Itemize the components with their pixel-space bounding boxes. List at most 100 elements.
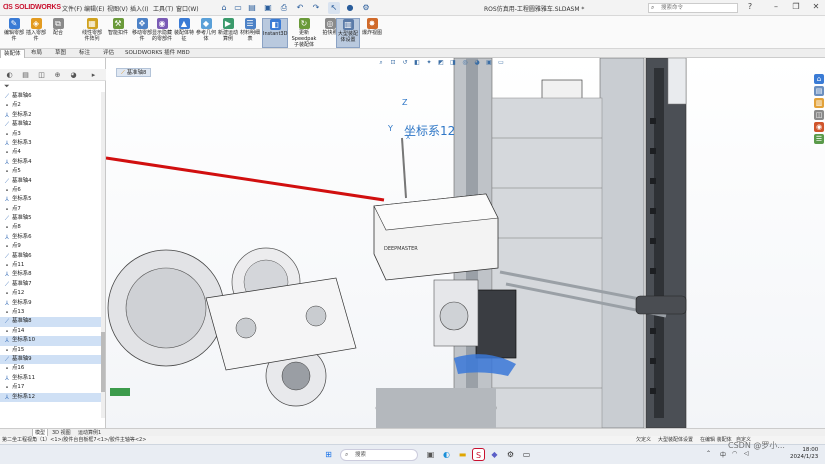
update-speedpak-button[interactable]: ↻ 更新Speedpak子装配体 bbox=[290, 18, 318, 48]
open-folder-icon[interactable]: ▤ bbox=[246, 2, 258, 14]
tree-item[interactable]: ⅄ 坐标系5 bbox=[0, 195, 104, 204]
design-library-icon[interactable]: ▤ bbox=[814, 86, 824, 96]
save-icon[interactable]: ▣ bbox=[262, 2, 274, 14]
file-explorer-icon[interactable]: ▥ bbox=[814, 98, 824, 108]
close-icon[interactable]: ✕ bbox=[810, 2, 822, 11]
wifi-icon[interactable]: ◠ bbox=[732, 450, 737, 457]
feature-manager-icon[interactable]: ◐ bbox=[4, 70, 15, 80]
filter-icon[interactable]: ⏷ bbox=[4, 82, 10, 91]
start-icon[interactable]: ⊞ bbox=[322, 448, 335, 461]
new-motion-study-button[interactable]: ▶ 新建运动算例 bbox=[216, 18, 240, 48]
tree-item[interactable]: ⟋ 基准轴7 bbox=[0, 280, 104, 289]
dimxpert-icon[interactable]: ⊕ bbox=[52, 70, 63, 80]
edit-appearance-icon[interactable]: ◕ bbox=[472, 58, 482, 67]
menu-window[interactable]: 窗口(W) bbox=[176, 4, 199, 13]
menu-edit[interactable]: 编辑(E) bbox=[84, 4, 104, 13]
tree-item[interactable]: ∙ 点2 bbox=[0, 101, 104, 110]
section-view-icon[interactable]: ◧ bbox=[412, 58, 422, 67]
smart-fastener-button[interactable]: ⚒ 智能扣件 bbox=[106, 18, 130, 48]
home-icon[interactable]: ⌂ bbox=[218, 2, 230, 14]
tree-item[interactable]: ⅄ 坐标系2 bbox=[0, 111, 104, 120]
custom-properties-icon[interactable]: ☰ bbox=[814, 134, 824, 144]
task-view-icon[interactable]: ▣ bbox=[424, 448, 437, 461]
select-icon[interactable]: ↖ bbox=[328, 2, 340, 14]
large-assembly-settings-button[interactable]: ▥ 大型装配体设置 bbox=[336, 18, 360, 48]
dynamic-annotation-icon[interactable]: ✦ bbox=[424, 58, 434, 67]
input-language[interactable]: 中 bbox=[720, 450, 726, 459]
tree-scrollbar[interactable] bbox=[101, 92, 105, 418]
bom-button[interactable]: ☰ 材料明细表 bbox=[238, 18, 262, 48]
help-icon[interactable]: ? bbox=[744, 2, 756, 11]
tree-item[interactable]: ∙ 点12 bbox=[0, 289, 104, 298]
tree-item[interactable]: ⅄ 坐标系6 bbox=[0, 233, 104, 242]
solidworks-taskbar-icon[interactable]: S bbox=[472, 448, 485, 461]
reference-geometry-button[interactable]: ◆ 参考几何体 bbox=[194, 18, 218, 48]
terminal-taskbar-icon[interactable]: ▭ bbox=[520, 448, 533, 461]
zoom-fit-icon[interactable]: ⌕ bbox=[376, 58, 386, 67]
linear-pattern-button[interactable]: ▦ 线性零部件阵列 bbox=[80, 18, 104, 48]
new-file-icon[interactable]: ▭ bbox=[232, 2, 244, 14]
tree-item[interactable]: ⅄ 坐标系9 bbox=[0, 299, 104, 308]
tree-item[interactable]: ⟋ 基准轴2 bbox=[0, 120, 104, 129]
display-style-icon[interactable]: ◨ bbox=[448, 58, 458, 67]
view-palette-icon[interactable]: ◫ bbox=[814, 110, 824, 120]
tab-markup[interactable]: 标注 bbox=[76, 49, 93, 58]
tray-arrow-icon[interactable]: ⌃ bbox=[706, 450, 711, 457]
display-manager-icon[interactable]: ◕ bbox=[68, 70, 79, 80]
tree-item[interactable]: ∙ 点15 bbox=[0, 346, 104, 355]
settings-taskbar-icon[interactable]: ⚙ bbox=[504, 448, 517, 461]
tree-item[interactable]: ∙ 点3 bbox=[0, 130, 104, 139]
property-manager-icon[interactable]: ▤ bbox=[20, 70, 31, 80]
tree-item[interactable]: ⅄ 坐标系8 bbox=[0, 270, 104, 279]
tree-item[interactable]: ∙ 点7 bbox=[0, 205, 104, 214]
tree-item[interactable]: ⟋ 基准轴4 bbox=[0, 177, 104, 186]
status-large-assembly[interactable]: 大型装配体设置 bbox=[658, 436, 693, 444]
restore-icon[interactable]: ❐ bbox=[790, 2, 802, 11]
options-icon[interactable]: ⚙ bbox=[360, 2, 372, 14]
assembly-feature-button[interactable]: ▲ 装配体特征 bbox=[172, 18, 196, 48]
undo-icon[interactable]: ↶ bbox=[294, 2, 306, 14]
tree-item[interactable]: ⟋ 基准轴5 bbox=[0, 214, 104, 223]
tree-item[interactable]: ⅄ 坐标系4 bbox=[0, 158, 104, 167]
taskbar-clock[interactable]: 18:00 2024/1/23 bbox=[790, 447, 818, 461]
edit-component-button[interactable]: ✎ 编辑零部件 bbox=[2, 18, 26, 48]
appearances-icon[interactable]: ◉ bbox=[814, 122, 824, 132]
resources-icon[interactable]: ⌂ bbox=[814, 74, 824, 84]
apply-scene-icon[interactable]: ▣ bbox=[484, 58, 494, 67]
app-taskbar-icon[interactable]: ◆ bbox=[488, 448, 501, 461]
command-search-input[interactable]: ⌕ 搜索命令 bbox=[648, 3, 738, 13]
show-hidden-button[interactable]: ◉ 显示隐藏的零部件 bbox=[150, 18, 174, 48]
zoom-area-icon[interactable]: ⊡ bbox=[388, 58, 398, 67]
redo-icon[interactable]: ↷ bbox=[310, 2, 322, 14]
minimize-icon[interactable]: – bbox=[770, 2, 782, 11]
tree-filter-row[interactable]: ⏷ bbox=[0, 82, 106, 91]
view-orientation-icon[interactable]: ◩ bbox=[436, 58, 446, 67]
menu-tools[interactable]: 工具(T) bbox=[153, 4, 173, 13]
tree-scrollbar-thumb[interactable] bbox=[101, 332, 105, 392]
tree-item[interactable]: ∙ 点5 bbox=[0, 167, 104, 176]
tree-item[interactable]: ∙ 点8 bbox=[0, 223, 104, 232]
graphics-viewport[interactable]: DEEPMASTER ⟋ 基准轴8 ⌕ ⊡ ↺ ◧ ✦ ◩ ◨ ◎ ◕ ▣ ▭ … bbox=[106, 58, 825, 428]
selection-breadcrumb[interactable]: ⟋ 基准轴8 bbox=[116, 68, 152, 77]
menu-view[interactable]: 视图(V) bbox=[107, 4, 128, 13]
tree-item[interactable]: ∙ 点13 bbox=[0, 308, 104, 317]
tree-item[interactable]: ∙ 点17 bbox=[0, 383, 104, 392]
print-icon[interactable]: ⎙ bbox=[278, 2, 290, 14]
tree-item[interactable]: ⅄ 坐标系3 bbox=[0, 139, 104, 148]
rebuild-icon[interactable]: ● bbox=[344, 2, 356, 14]
tab-mbd[interactable]: MBD bbox=[174, 49, 193, 58]
tree-item[interactable]: ⟋ 基准轴6 bbox=[0, 252, 104, 261]
config-manager-icon[interactable]: ◫ bbox=[36, 70, 47, 80]
assembly-model-render[interactable]: DEEPMASTER bbox=[106, 58, 825, 428]
tree-item[interactable]: ⅄ 坐标系10 bbox=[0, 336, 104, 346]
taskbar-search[interactable]: ⌕ 搜索 bbox=[340, 449, 418, 461]
tab-sketch[interactable]: 草图 bbox=[52, 49, 69, 58]
coordinate-system-label[interactable]: 坐标系12 bbox=[404, 122, 455, 139]
tree-item[interactable]: ∙ 点9 bbox=[0, 242, 104, 251]
edge-icon[interactable]: ◐ bbox=[440, 448, 453, 461]
view-settings-icon[interactable]: ▭ bbox=[496, 58, 506, 67]
solidworks-logo[interactable]: ᗡS SOLIDWORKS bbox=[3, 3, 61, 11]
exploded-view-button[interactable]: ✸ 爆炸视图 bbox=[360, 18, 384, 48]
hide-show-items-icon[interactable]: ◎ bbox=[460, 58, 470, 67]
tree-item[interactable]: ⟋ 基准轴9 bbox=[0, 354, 104, 365]
